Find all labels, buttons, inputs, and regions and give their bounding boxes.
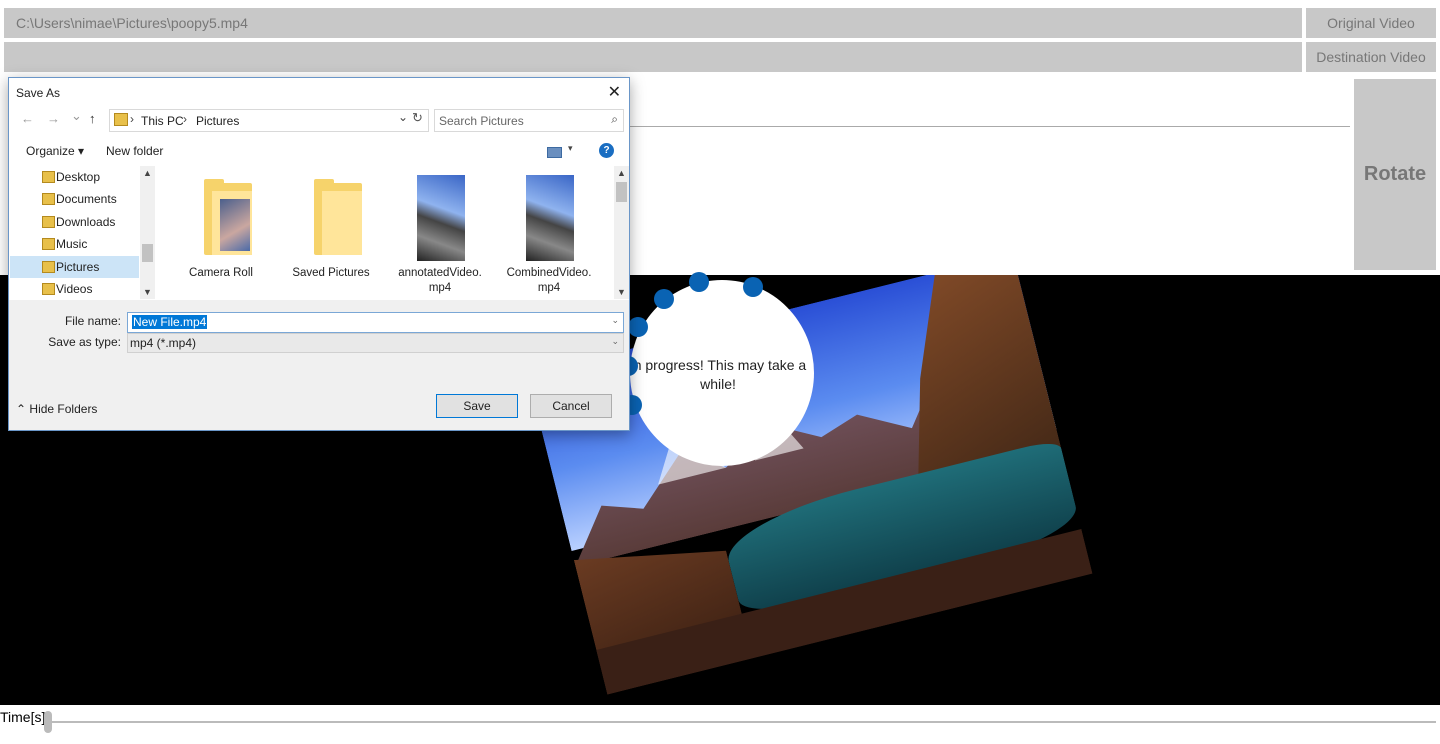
chevron-up-icon: ⌃ [16, 402, 27, 416]
downloads-icon [42, 216, 55, 228]
sidebar-item-documents[interactable]: Documents [10, 188, 139, 210]
search-input[interactable]: Search Pictures ⌕ [434, 109, 624, 132]
dialog-footer: File name: New File.mp4 ⌄ Save as type: … [9, 300, 629, 430]
chevron-right-icon: › [183, 112, 187, 126]
navigation-pane: Desktop Documents Downloads Music Pictur… [10, 166, 155, 299]
hide-folders-button[interactable]: ⌃ Hide Folders [16, 402, 97, 416]
save-button[interactable]: Save [436, 394, 518, 418]
back-arrow-icon[interactable]: ← [21, 111, 34, 126]
sidebar-item-label: Videos [56, 282, 93, 296]
source-path-bar[interactable]: C:\Users\nimae\Pictures\poopy5.mp4 [4, 8, 1302, 38]
recent-locations-icon[interactable]: ⌄ [71, 108, 82, 124]
documents-icon [42, 193, 55, 205]
organize-button[interactable]: Organize ▾ [26, 144, 84, 158]
chevron-down-icon[interactable]: ⌄ [398, 110, 408, 124]
file-item-label: CombinedVideo. mp4 [506, 267, 592, 294]
video-thumbnail [526, 175, 574, 261]
save-as-dialog: Save As ✕ ← → ⌄ ↑ › This PC › Pictures ⌄… [8, 77, 630, 431]
refresh-icon[interactable]: ↻ [412, 110, 423, 126]
up-arrow-icon[interactable]: ↑ [89, 111, 96, 126]
save-as-type-value: mp4 (*.mp4) [130, 336, 197, 350]
chevron-down-icon[interactable]: ▾ [568, 143, 573, 154]
file-item-annotated-video[interactable]: annotatedVideo. mp4 [390, 166, 490, 299]
address-bar[interactable]: › This PC › Pictures ⌄ [109, 109, 429, 132]
file-item-combined-video[interactable]: CombinedVideo. mp4 [499, 166, 599, 299]
scroll-up-icon[interactable]: ▲ [143, 168, 152, 178]
change-view-icon[interactable] [547, 147, 562, 158]
sidebar-item-label: Desktop [56, 170, 101, 184]
hide-folders-label: Hide Folders [29, 402, 98, 416]
forward-arrow-icon[interactable]: → [47, 111, 60, 126]
destination-video-button[interactable]: Destination Video [1306, 42, 1436, 72]
timeline-row: Time[s] [0, 706, 1440, 744]
progress-message: In progress! This may take a while! [629, 357, 807, 392]
file-list: Camera Roll Saved Pictures annotatedVide… [159, 166, 614, 299]
file-name-label: File name: [64, 314, 121, 328]
close-icon[interactable]: ✕ [608, 82, 621, 102]
sidebar-item-music[interactable]: Music [10, 233, 139, 255]
music-icon [42, 238, 55, 250]
save-as-type-label: Save as type: [48, 335, 121, 349]
file-item-saved-pictures[interactable]: Saved Pictures [281, 166, 381, 299]
scroll-up-icon[interactable]: ▲ [617, 168, 626, 178]
file-item-label: Camera Roll [189, 267, 253, 279]
cancel-button[interactable]: Cancel [530, 394, 612, 418]
videos-icon [42, 283, 55, 295]
file-list-scrollbar[interactable]: ▲ ▼ [614, 166, 629, 299]
time-slider-track[interactable] [48, 721, 1436, 723]
chevron-down-icon[interactable]: ⌄ [611, 336, 619, 347]
navigation-scrollbar[interactable]: ▲ ▼ [140, 166, 155, 299]
breadcrumb-pictures[interactable]: Pictures [196, 114, 239, 128]
chevron-right-icon: › [130, 112, 134, 126]
header-divider [630, 126, 1350, 127]
time-label: Time[s] [0, 709, 46, 725]
spinner-dot [689, 272, 709, 292]
rotate-button[interactable]: Rotate [1354, 79, 1436, 270]
sidebar-item-label: Downloads [56, 215, 116, 229]
save-as-type-select[interactable]: mp4 (*.mp4) ⌄ [127, 333, 624, 353]
source-path-text: C:\Users\nimae\Pictures\poopy5.mp4 [16, 15, 248, 31]
dialog-title: Save As [16, 86, 61, 100]
help-icon[interactable]: ? [599, 143, 614, 158]
sidebar-item-videos[interactable]: Videos [10, 278, 139, 300]
sidebar-item-label: Documents [56, 192, 117, 206]
navigation-bar: ← → ⌄ ↑ › This PC › Pictures ⌄ ↻ Search … [9, 108, 629, 134]
original-video-button[interactable]: Original Video [1306, 8, 1436, 38]
scroll-thumb[interactable] [616, 182, 627, 202]
search-icon: ⌕ [611, 112, 618, 126]
file-item-label: annotatedVideo. mp4 [398, 267, 482, 294]
scroll-down-icon[interactable]: ▼ [617, 287, 626, 297]
video-thumbnail [417, 175, 465, 261]
dialog-toolbar: Organize ▾ New folder ▾ ? [9, 140, 629, 166]
desktop-icon [42, 171, 55, 183]
spinner-dot [654, 289, 674, 309]
scroll-thumb[interactable] [142, 244, 153, 262]
sidebar-item-label: Music [56, 237, 88, 251]
sidebar-item-desktop[interactable]: Desktop [10, 166, 139, 188]
chevron-down-icon[interactable]: ⌄ [611, 315, 619, 326]
search-placeholder: Search Pictures [439, 114, 524, 128]
folder-icon [314, 179, 362, 255]
scroll-down-icon[interactable]: ▼ [143, 287, 152, 297]
sidebar-item-downloads[interactable]: Downloads [10, 211, 139, 233]
file-name-value: New File.mp4 [132, 315, 208, 329]
new-folder-button[interactable]: New folder [106, 144, 163, 158]
spinner-dot [743, 277, 763, 297]
breadcrumb-this-pc[interactable]: This PC [141, 114, 184, 128]
spinner-dot [628, 317, 648, 337]
folder-icon [114, 113, 128, 126]
folder-icon [204, 179, 252, 255]
file-item-camera-roll[interactable]: Camera Roll [171, 166, 271, 299]
sidebar-item-pictures[interactable]: Pictures [10, 256, 139, 278]
pictures-icon [42, 261, 55, 273]
time-slider-thumb[interactable] [44, 711, 52, 733]
file-item-label: Saved Pictures [292, 267, 370, 279]
sidebar-item-label: Pictures [56, 260, 100, 274]
file-name-field[interactable]: New File.mp4 ⌄ [127, 312, 624, 333]
destination-path-bar[interactable] [4, 42, 1302, 72]
